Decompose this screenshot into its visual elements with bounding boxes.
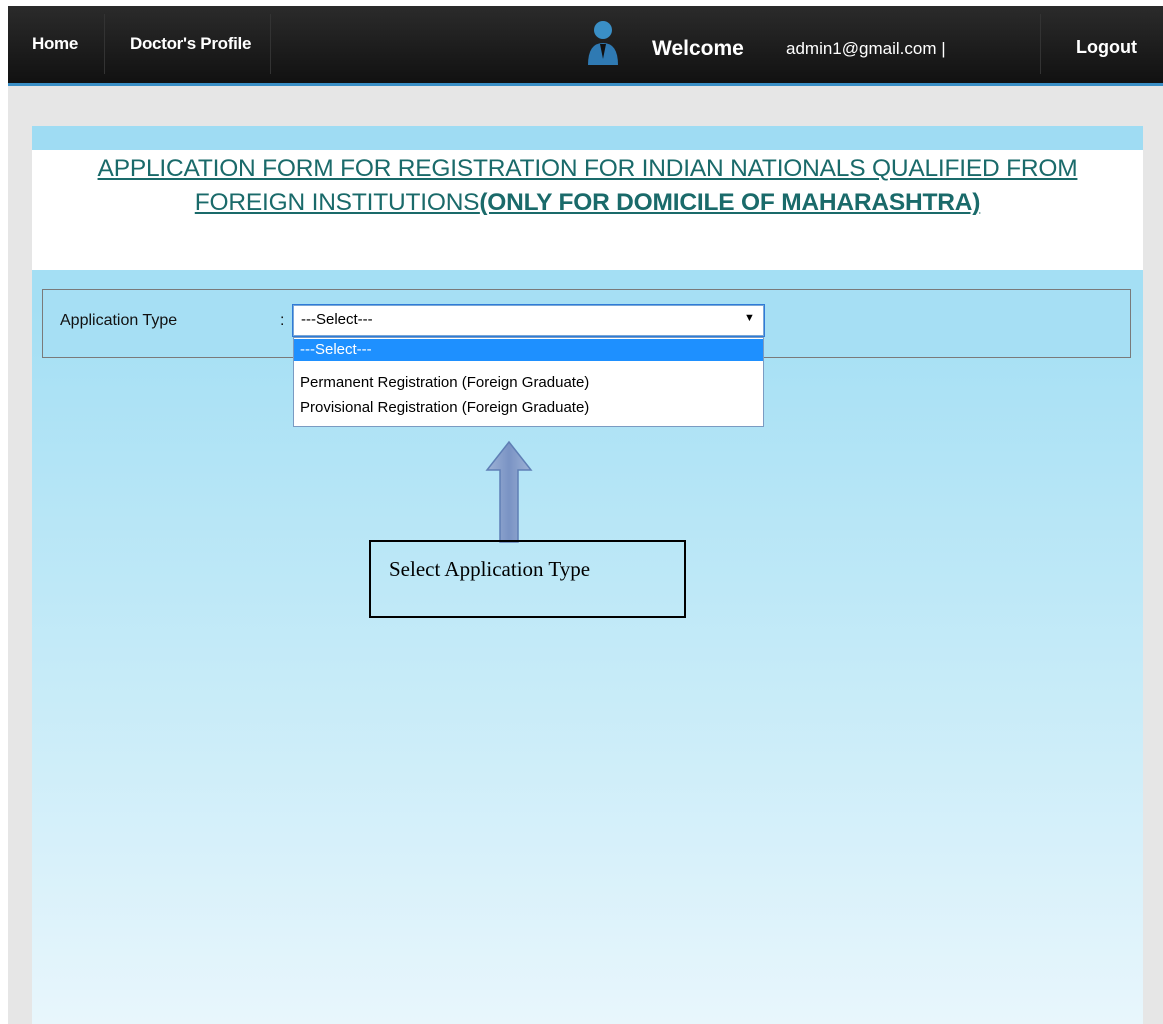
- logout-link[interactable]: Logout: [1076, 37, 1137, 58]
- application-type-label: Application Type: [60, 312, 178, 329]
- label-colon: :: [280, 312, 285, 329]
- user-email: admin1@gmail.com |: [786, 39, 946, 58]
- top-navigation-bar: Home Doctor's Profile Welcome admin1@gma…: [8, 6, 1163, 86]
- dropdown-option-select[interactable]: ---Select---: [294, 339, 763, 361]
- dropdown-arrow-icon[interactable]: ▼: [744, 312, 755, 324]
- up-arrow-icon: [485, 440, 533, 543]
- user-avatar-icon: [588, 21, 618, 65]
- page-title-bold: (ONLY FOR DOMICILE OF MAHARASHTRA): [479, 189, 981, 216]
- nav-divider: [270, 14, 271, 74]
- page-title: APPLICATION FORM FOR REGISTRATION FOR IN…: [40, 152, 1135, 220]
- dropdown-option-permanent-registration[interactable]: Permanent Registration (Foreign Graduate…: [294, 372, 763, 394]
- nav-divider: [1040, 14, 1041, 74]
- nav-home-link[interactable]: Home: [32, 34, 78, 54]
- nav-divider: [104, 14, 105, 74]
- dropdown-option-provisional-registration[interactable]: Provisional Registration (Foreign Gradua…: [294, 397, 763, 419]
- welcome-label: Welcome: [652, 37, 744, 60]
- nav-doctors-profile-link[interactable]: Doctor's Profile: [130, 34, 251, 54]
- panel-header-strip: [32, 126, 1143, 150]
- application-type-selected-value: ---Select---: [301, 311, 373, 328]
- annotation-callout-text: Select Application Type: [389, 557, 591, 581]
